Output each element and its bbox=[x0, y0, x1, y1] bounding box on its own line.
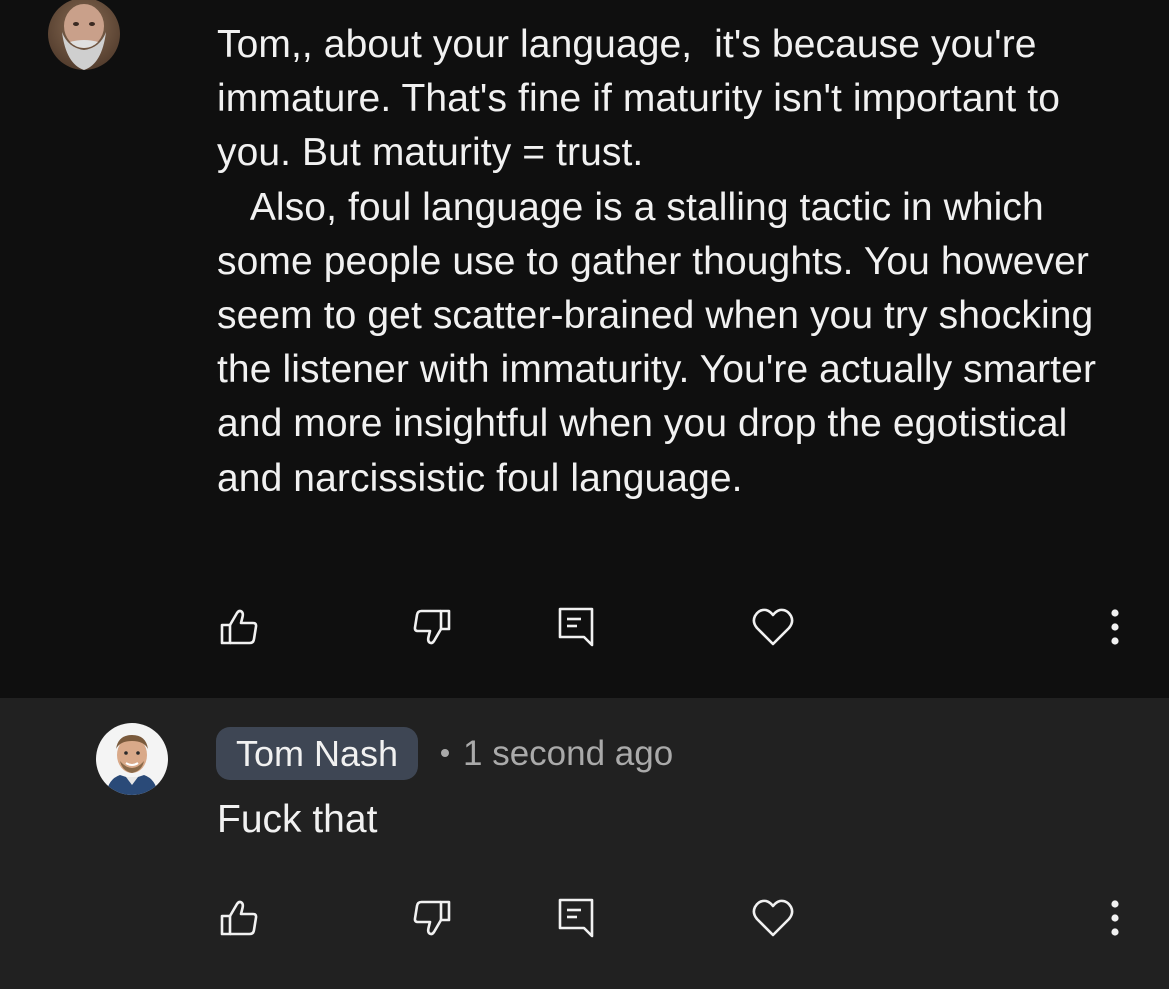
timestamp[interactable]: 1 second ago bbox=[463, 734, 673, 773]
like-button[interactable] bbox=[209, 597, 269, 657]
heart-icon bbox=[752, 608, 794, 646]
avatar-image bbox=[48, 0, 120, 70]
thumbs-down-icon bbox=[413, 609, 451, 645]
author-name-badge[interactable]: Tom Nash bbox=[216, 727, 419, 780]
more-options-button[interactable] bbox=[1085, 597, 1145, 657]
reply-button[interactable] bbox=[546, 597, 606, 657]
like-button[interactable] bbox=[209, 888, 269, 948]
comment-meta: 1 second ago bbox=[436, 727, 673, 780]
dislike-button[interactable] bbox=[402, 597, 462, 657]
reply-button[interactable] bbox=[546, 888, 606, 948]
reply-comment-icon bbox=[558, 607, 594, 647]
more-vertical-icon bbox=[1111, 900, 1119, 936]
more-vertical-icon bbox=[1111, 609, 1119, 645]
more-options-button[interactable] bbox=[1085, 888, 1145, 948]
comment-actions bbox=[0, 888, 1169, 948]
comments-screen: Tom,, about your language, it's because … bbox=[0, 0, 1169, 989]
avatar[interactable] bbox=[96, 723, 168, 795]
thumbs-up-icon bbox=[220, 609, 258, 645]
comment-text: Tom,, about your language, it's because … bbox=[217, 23, 1097, 500]
comment-text: Fuck that bbox=[217, 798, 378, 841]
heart-button[interactable] bbox=[743, 888, 803, 948]
heart-icon bbox=[752, 899, 794, 937]
heart-button[interactable] bbox=[743, 597, 803, 657]
avatar[interactable] bbox=[48, 0, 120, 70]
separator-dot bbox=[441, 748, 449, 757]
comment-item: Tom,, about your language, it's because … bbox=[0, 0, 1169, 698]
dislike-button[interactable] bbox=[402, 888, 462, 948]
thumbs-up-icon bbox=[220, 900, 258, 936]
avatar-image bbox=[96, 723, 168, 795]
thumbs-down-icon bbox=[413, 900, 451, 936]
comment-actions bbox=[0, 597, 1169, 657]
reply-comment-icon bbox=[558, 898, 594, 938]
